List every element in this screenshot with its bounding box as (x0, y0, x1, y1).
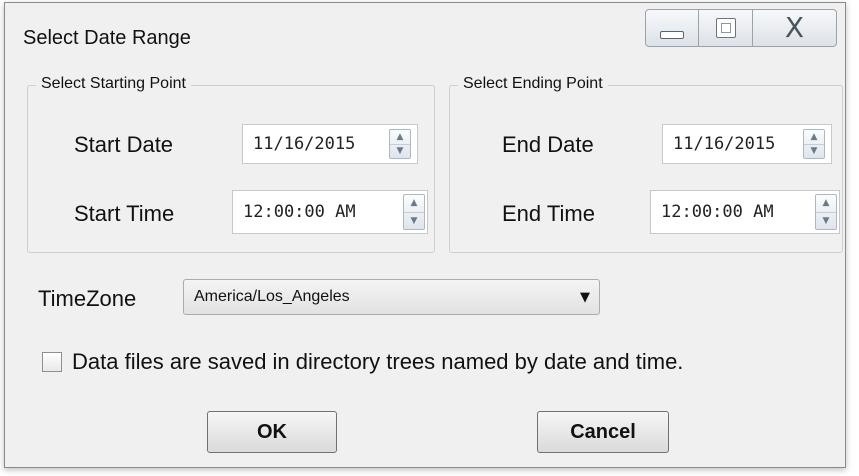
close-button[interactable]: X (753, 9, 837, 47)
close-icon: X (784, 11, 805, 44)
starting-point-group-title: Select Starting Point (36, 75, 191, 93)
end-date-value[interactable]: 11/16/2015 (663, 134, 803, 154)
start-time-label: Start Time (74, 201, 175, 226)
ending-point-group: Select Ending Point End Date 11/16/2015 … (449, 75, 843, 253)
select-date-range-dialog: Select Date Range X Select Starting Poin… (4, 2, 846, 468)
ok-button[interactable]: OK (207, 411, 337, 453)
ending-point-group-title: Select Ending Point (458, 75, 608, 93)
start-date-spin-arrows: ▲ ▼ (389, 129, 411, 159)
minimize-button[interactable] (645, 9, 699, 47)
end-time-spinner[interactable]: 12:00:00 AM ▲ ▼ (650, 190, 840, 234)
directory-trees-checkbox-label[interactable]: Data files are saved in directory trees … (72, 349, 683, 375)
start-time-spinner[interactable]: 12:00:00 AM ▲ ▼ (232, 190, 428, 234)
end-time-value[interactable]: 12:00:00 AM (651, 202, 815, 222)
end-date-label: End Date (502, 132, 594, 157)
start-date-label: Start Date (74, 132, 174, 157)
spin-up-icon[interactable]: ▲ (390, 130, 410, 145)
maximize-icon (715, 18, 736, 38)
maximize-button[interactable] (699, 9, 753, 47)
end-time-spin-arrows: ▲ ▼ (815, 194, 837, 230)
caption-buttons: X (645, 9, 837, 47)
chevron-down-icon[interactable]: ▼ (571, 290, 599, 305)
end-time-label: End Time (502, 201, 595, 226)
spin-up-icon[interactable]: ▲ (804, 130, 824, 145)
spin-down-icon[interactable]: ▼ (816, 213, 836, 230)
spin-down-icon[interactable]: ▼ (404, 213, 424, 230)
spin-up-icon[interactable]: ▲ (816, 195, 836, 213)
spin-down-icon[interactable]: ▼ (804, 145, 824, 159)
minimize-icon (660, 31, 684, 39)
end-date-spinner[interactable]: 11/16/2015 ▲ ▼ (662, 124, 832, 164)
timezone-label: TimeZone (38, 286, 137, 311)
start-time-spin-arrows: ▲ ▼ (403, 194, 425, 230)
start-time-value[interactable]: 12:00:00 AM (233, 202, 403, 222)
timezone-selected-value[interactable]: America/Los_Angeles (184, 288, 571, 306)
spin-down-icon[interactable]: ▼ (390, 145, 410, 159)
directory-trees-checkbox[interactable] (42, 352, 62, 372)
timezone-select[interactable]: America/Los_Angeles ▼ (183, 279, 600, 315)
directory-trees-option[interactable]: Data files are saved in directory trees … (42, 349, 683, 375)
starting-point-group: Select Starting Point Start Date 11/16/2… (27, 75, 435, 253)
end-date-spin-arrows: ▲ ▼ (803, 129, 825, 159)
spin-up-icon[interactable]: ▲ (404, 195, 424, 213)
start-date-spinner[interactable]: 11/16/2015 ▲ ▼ (242, 124, 418, 164)
start-date-value[interactable]: 11/16/2015 (243, 134, 389, 154)
title-bar[interactable]: Select Date Range X (5, 3, 845, 71)
cancel-button[interactable]: Cancel (537, 411, 669, 453)
dialog-title: Select Date Range (23, 27, 191, 49)
